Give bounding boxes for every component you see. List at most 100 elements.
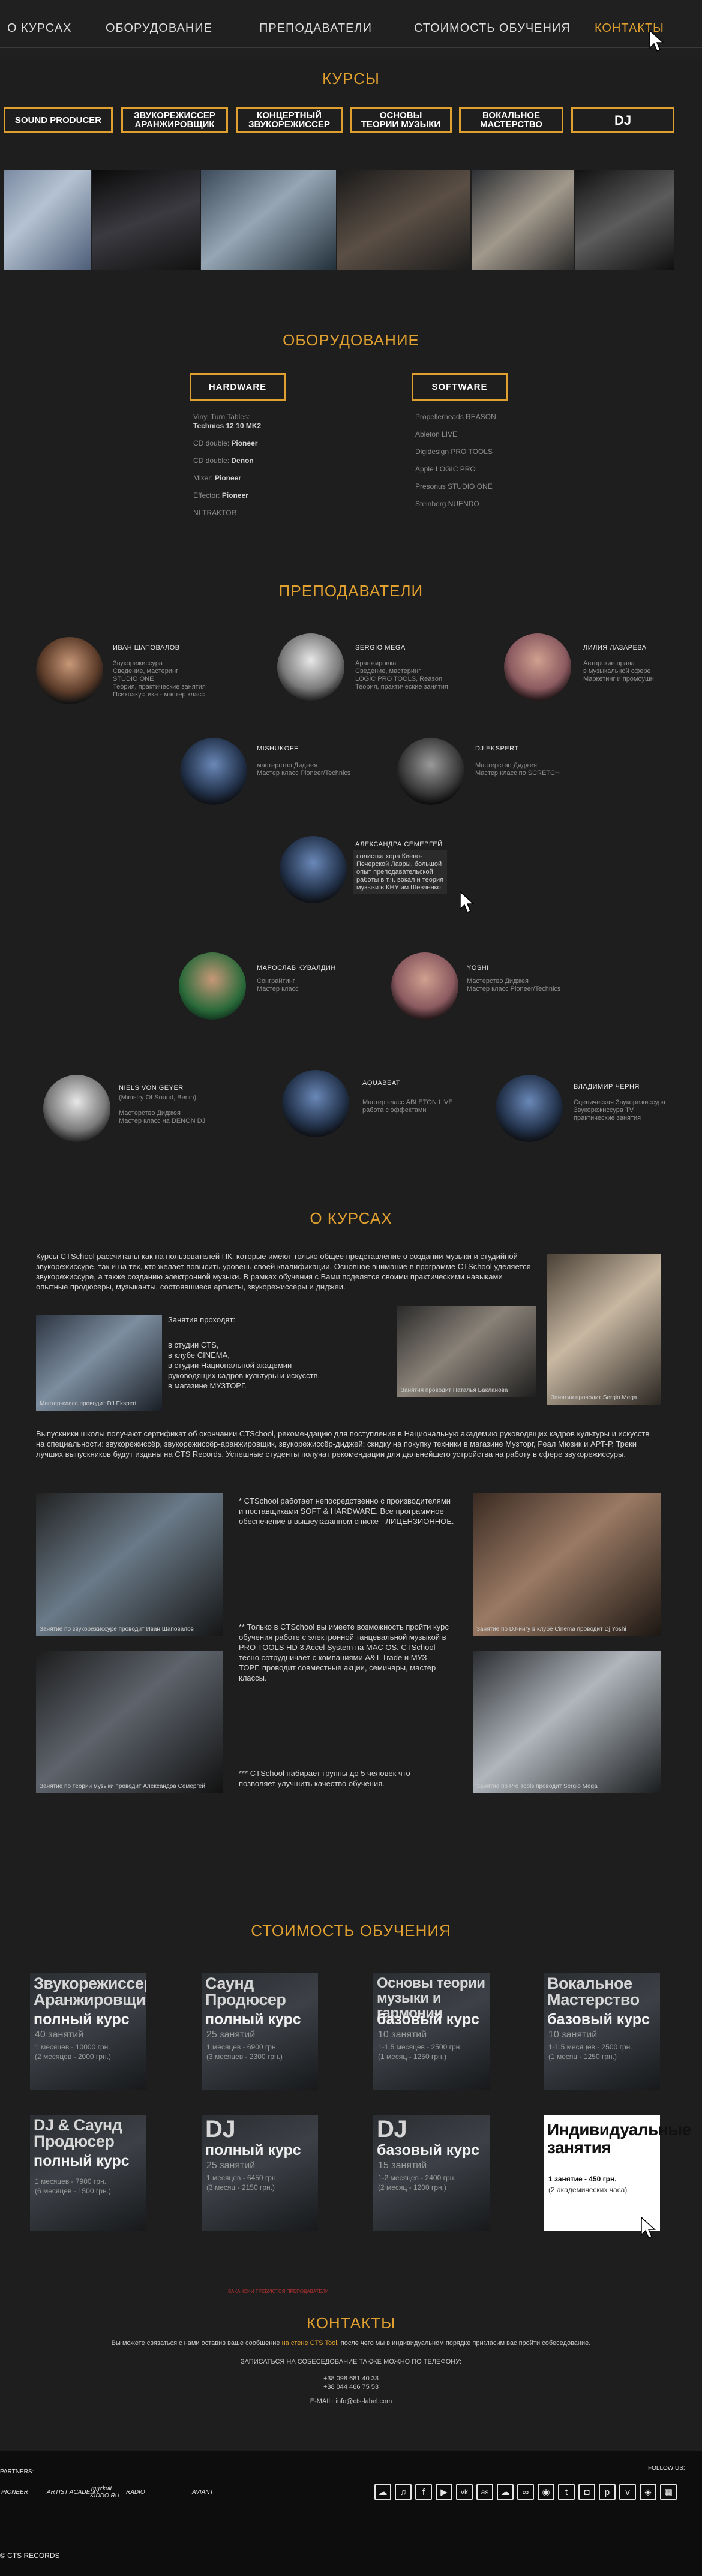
price-card-course-type: полный курс bbox=[34, 2011, 130, 2028]
course-sound-producer-button[interactable]: SOUND PRODUCER bbox=[4, 107, 113, 133]
about-photo[interactable]: Занятия проводит Sergio Mega bbox=[547, 1254, 661, 1405]
course-vocal-button[interactable]: ВОКАЛЬНОЕ МАСТЕРСТВО bbox=[459, 107, 563, 133]
teacher-photo[interactable] bbox=[391, 952, 458, 1020]
course-concert-engineer-button[interactable]: КОНЦЕРТНЫЙ ЗВУКОРЕЖИССЕР bbox=[236, 107, 343, 133]
course-sound-engineer-button[interactable]: ЗВУКОРЕЖИССЕР АРАНЖИРОВЩИК bbox=[121, 107, 228, 133]
photo-caption: Занятия проводит Sergio Mega bbox=[551, 1394, 637, 1401]
teacher-photo[interactable] bbox=[280, 836, 347, 903]
lessons-title: Занятия проходят: bbox=[168, 1315, 236, 1324]
partner-logo[interactable]: KIDDO RU bbox=[90, 2493, 119, 2499]
teacher-description: Звукорежиссура Сведение, мастеринг STUDI… bbox=[113, 660, 206, 698]
email-link[interactable]: E-MAIL: info@cts-label.com bbox=[0, 2398, 702, 2405]
price-card-title: Саунд Продюсер bbox=[205, 1974, 286, 2009]
gallery-photo-4[interactable] bbox=[337, 170, 470, 270]
photo-caption: Мастер-класс проводит DJ Ekspert bbox=[40, 1400, 137, 1407]
software-item: Digidesign PRO TOOLS bbox=[415, 447, 493, 456]
extra-icon[interactable]: ◈ bbox=[640, 2484, 656, 2500]
about-photo[interactable]: Занятие по DJ-ингу в клубе Cinema провод… bbox=[473, 1493, 661, 1636]
twitter-icon[interactable]: t bbox=[558, 2484, 575, 2500]
phone-number[interactable]: +38 044 466 75 53 bbox=[0, 2383, 702, 2391]
grid-icon[interactable]: ▦ bbox=[660, 2484, 677, 2500]
teacher-name: ВЛАДИМИР ЧЕРНЯ bbox=[574, 1083, 640, 1090]
lessons-list-item: в магазине МУЗТОРГ. bbox=[168, 1381, 247, 1390]
lastfm-icon[interactable]: as bbox=[476, 2484, 493, 2500]
price-card-price-monthly: (3 месяц - 2150 грн.) bbox=[206, 2183, 275, 2192]
about-photo[interactable]: Мастер-класс проводит DJ Ekspert bbox=[36, 1315, 162, 1411]
instagram-icon[interactable]: ◘ bbox=[578, 2484, 595, 2500]
partner-logo[interactable]: muzkult bbox=[91, 2485, 112, 2492]
price-card[interactable]: Звукорежиссер Аранжировщик полный курс 4… bbox=[30, 1973, 146, 2090]
rss-icon[interactable]: ◉ bbox=[538, 2484, 554, 2500]
youtube-icon[interactable]: ▶ bbox=[436, 2484, 452, 2500]
photo-caption: Занятие по DJ-ингу в клубе Cinema провод… bbox=[476, 1626, 626, 1633]
nav-divider bbox=[0, 47, 702, 48]
footer bbox=[0, 2451, 702, 2576]
about-photo[interactable]: Занятие по звукорежиссуре проводит Иван … bbox=[36, 1493, 223, 1636]
about-photo[interactable]: Занятие по Pro Tools проводит Sergio Meg… bbox=[473, 1651, 661, 1793]
price-card-price: 1-2 месяцев - 2400 грн. bbox=[378, 2174, 456, 2182]
gallery-photo-2[interactable] bbox=[92, 170, 200, 270]
price-card-course-type: полный курс bbox=[34, 2153, 130, 2169]
course-music-theory-button[interactable]: ОСНОВЫ ТЕОРИИ МУЗЫКИ bbox=[350, 107, 452, 133]
soundcloud-2-icon[interactable]: ☁ bbox=[497, 2484, 514, 2500]
soundcloud-icon[interactable]: ☁ bbox=[374, 2484, 391, 2500]
teacher-photo[interactable] bbox=[43, 1075, 110, 1142]
contact-message-line: Вы можете связаться с нами оставив ваше … bbox=[111, 2340, 591, 2347]
price-card-individual[interactable]: Индивидуальные занятия 1 занятие - 450 г… bbox=[544, 2115, 691, 2231]
partner-logo[interactable]: AVIANT bbox=[192, 2489, 214, 2496]
gallery-photo-1[interactable] bbox=[4, 170, 91, 270]
pinterest-icon[interactable]: p bbox=[599, 2484, 616, 2500]
teacher-tooltip: солистка хора Киево- Печерской Лавры, бо… bbox=[353, 850, 448, 894]
partner-logo[interactable]: RADIO bbox=[126, 2489, 145, 2496]
nav-item-about[interactable]: О КУРСАХ bbox=[7, 22, 72, 35]
teacher-photo[interactable] bbox=[397, 738, 464, 805]
hardware-item: Mixer: Pioneer bbox=[193, 474, 242, 482]
teacher-photo[interactable] bbox=[179, 952, 246, 1020]
gallery-photo-6[interactable] bbox=[575, 170, 674, 270]
phone-number[interactable]: +38 098 681 40 33 bbox=[0, 2375, 702, 2382]
price-card[interactable]: Саунд Продюсер полный курс 25 занятий 1 … bbox=[202, 1973, 318, 2090]
nav-item-prices[interactable]: СТОИМОСТЬ ОБУЧЕНИЯ bbox=[414, 22, 571, 35]
course-dj-button[interactable]: DJ bbox=[571, 107, 674, 133]
photo-caption: Занятие по Pro Tools проводит Sergio Meg… bbox=[476, 1783, 598, 1790]
music-icon[interactable]: ♫ bbox=[395, 2484, 412, 2500]
teacher-name: ЛИЛИЯ ЛАЗАРЕВА bbox=[583, 644, 647, 651]
price-card[interactable]: Вокальное Мастерство базовый курс 10 зан… bbox=[544, 1973, 660, 2090]
facebook-icon[interactable]: f bbox=[415, 2484, 432, 2500]
price-card-price-monthly: (1 месяц - 1250 грн.) bbox=[548, 2052, 617, 2061]
price-card[interactable]: DJ базовый курс 15 занятий 1-2 месяцев -… bbox=[373, 2115, 490, 2231]
partner-logo[interactable]: PIONEER bbox=[1, 2489, 28, 2496]
teacher-photo[interactable] bbox=[496, 1075, 563, 1142]
price-card[interactable]: DJ & Саунд Продюсер полный курс 1 месяце… bbox=[30, 2115, 146, 2231]
nav-item-equipment[interactable]: ОБОРУДОВАНИЕ bbox=[106, 22, 212, 35]
note-1: * CTSchool работает непосредственно с пр… bbox=[239, 1496, 454, 1526]
software-button[interactable]: SOFTWARE bbox=[412, 373, 508, 401]
vimeo-icon[interactable]: v bbox=[619, 2484, 636, 2500]
price-card-price-monthly: (2 месяцев - 2000 грн.) bbox=[35, 2052, 111, 2061]
hardware-item: Vinyl Turn Tables: Technics 12 10 MK2 bbox=[193, 413, 262, 430]
nav-item-teachers[interactable]: ПРЕПОДАВАТЕЛИ bbox=[259, 22, 372, 35]
photo-caption: Занятие по звукорежиссуре проводит Иван … bbox=[40, 1626, 194, 1633]
teacher-photo[interactable] bbox=[36, 637, 103, 704]
lessons-list-item: в клубе CINEMA, bbox=[168, 1351, 230, 1360]
hardware-button[interactable]: HARDWARE bbox=[190, 373, 286, 401]
price-card[interactable]: DJ полный курс 25 занятий 1 месяцев - 64… bbox=[202, 2115, 318, 2231]
teacher-photo[interactable] bbox=[504, 633, 571, 701]
mixcloud-icon[interactable]: ∞ bbox=[517, 2484, 534, 2500]
price-card-title: DJ bbox=[205, 2116, 236, 2142]
gallery-photo-5[interactable] bbox=[472, 170, 574, 270]
hardware-item: NI TRAKTOR bbox=[193, 509, 237, 517]
teacher-photo[interactable] bbox=[277, 633, 344, 701]
wall-link[interactable]: на стене CTS Tool bbox=[282, 2340, 337, 2347]
hardware-item: CD double: Denon bbox=[193, 456, 254, 465]
vk-icon[interactable]: vk bbox=[456, 2484, 473, 2500]
contacts-title: КОНТАКТЫ bbox=[306, 2314, 396, 2332]
note-2: ** Только в CTSchool вы имеете возможнос… bbox=[239, 1622, 449, 1682]
gallery-photo-3[interactable] bbox=[201, 170, 336, 270]
price-card[interactable]: Основы теории музыки и гармонии базовый … bbox=[373, 1973, 490, 2090]
teacher-photo[interactable] bbox=[180, 738, 247, 805]
about-photo[interactable]: Занятие по теории музыки проводит Алекса… bbox=[36, 1651, 223, 1793]
about-photo[interactable]: Занятия проводит Наталья Бакланова bbox=[397, 1306, 536, 1397]
teacher-photo[interactable] bbox=[282, 1070, 349, 1137]
price-card-course-type: базовый курс bbox=[377, 2142, 480, 2159]
